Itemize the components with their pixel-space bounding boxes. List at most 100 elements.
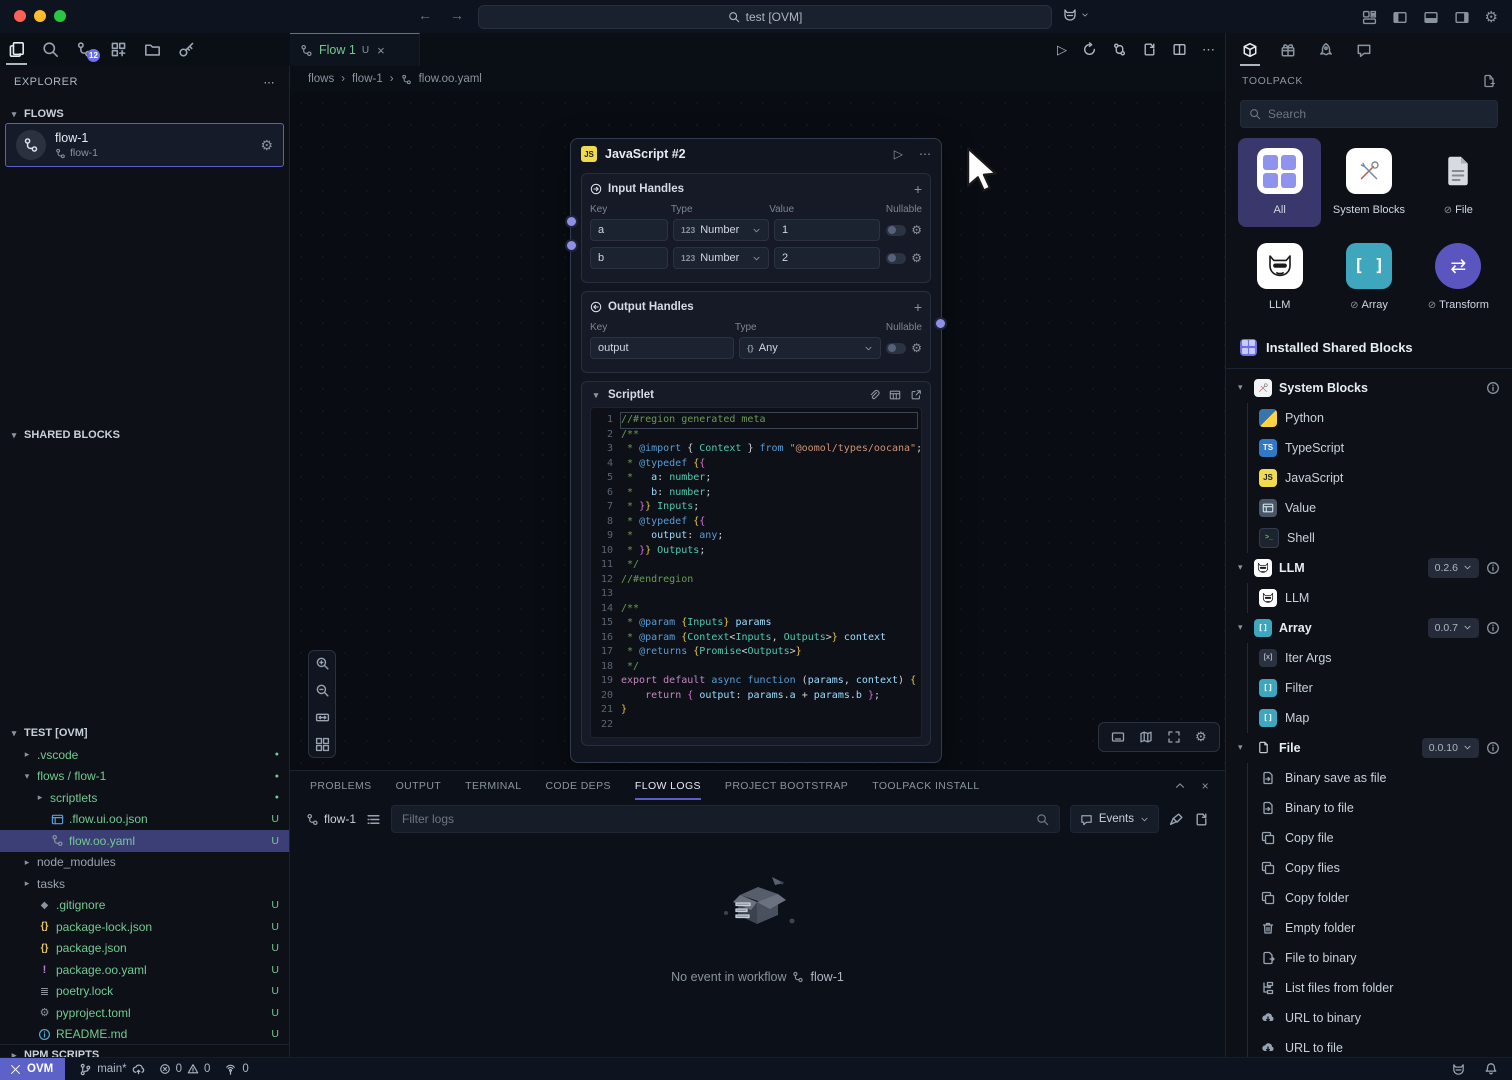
block-item-value[interactable]: Value xyxy=(1248,493,1512,523)
panel-collapse-icon[interactable] xyxy=(1174,780,1186,792)
block-group-llm[interactable]: ▾LLM0.2.6 xyxy=(1226,553,1512,583)
panel-close-icon[interactable]: × xyxy=(1202,779,1209,793)
table-icon[interactable] xyxy=(889,389,901,401)
clear-logs-icon[interactable] xyxy=(1169,812,1184,827)
activity-search-icon[interactable] xyxy=(42,41,59,58)
block-item-iter-args[interactable]: [x]Iter Args xyxy=(1248,643,1512,673)
problems-status[interactable]: 0 0 xyxy=(159,1063,211,1075)
minimap-icon[interactable] xyxy=(1139,730,1153,744)
breadcrumb-flows[interactable]: flows xyxy=(308,73,334,85)
panel-tab-output[interactable]: OUTPUT xyxy=(396,780,442,792)
panel-tab-problems[interactable]: PROBLEMS xyxy=(310,780,372,792)
shared-blocks-section-header[interactable]: ▾ SHARED BLOCKS xyxy=(0,425,289,445)
command-center-search[interactable]: test [OVM] xyxy=(478,5,1052,29)
handle-value-input[interactable]: 1 xyxy=(774,219,880,241)
events-dropdown[interactable]: Events xyxy=(1070,805,1159,833)
flows-section-header[interactable]: ▾ FLOWS xyxy=(0,104,289,124)
tree-item-package-oo-yaml[interactable]: !package.oo.yamlU xyxy=(0,959,289,981)
block-item-filter[interactable]: []Filter xyxy=(1248,673,1512,703)
version-select[interactable]: 0.0.10 xyxy=(1422,738,1479,758)
mascot-status-icon[interactable] xyxy=(1451,1062,1466,1077)
tree-item-readme-md[interactable]: README.mdU xyxy=(0,1024,289,1046)
add-input-handle-icon[interactable]: + xyxy=(914,181,922,197)
info-icon[interactable] xyxy=(1486,381,1500,395)
zoom-out-icon[interactable] xyxy=(315,683,330,698)
toggle-sidebar-right-icon[interactable] xyxy=(1454,10,1470,25)
auto-layout-icon[interactable] xyxy=(315,737,330,752)
toolpack-card-system-blocks[interactable]: System Blocks xyxy=(1327,138,1410,227)
tree-item-vscode[interactable]: ▸.vscode● xyxy=(0,744,289,766)
handle-settings-gear-icon[interactable]: ⚙ xyxy=(911,223,922,237)
tree-item-gitignore[interactable]: ◆.gitignoreU xyxy=(0,895,289,917)
block-group-file[interactable]: ▾File0.0.10 xyxy=(1226,733,1512,763)
tree-item-flow-oo-yaml[interactable]: flow.oo.yamlU xyxy=(0,830,289,852)
handle-settings-gear-icon[interactable]: ⚙ xyxy=(911,341,922,355)
block-item-shell[interactable]: >_Shell xyxy=(1248,523,1512,553)
project-section-header[interactable]: ▾ TEST [OVM] xyxy=(0,723,289,743)
maximize-window-button[interactable] xyxy=(54,10,66,22)
filter-logs-input[interactable]: Filter logs xyxy=(391,805,1060,833)
remote-indicator[interactable]: OVM xyxy=(0,1058,65,1080)
block-item-file-to-binary[interactable]: File to binary xyxy=(1248,943,1512,973)
ports-status[interactable]: 0 xyxy=(224,1063,248,1076)
info-icon[interactable] xyxy=(1486,741,1500,755)
split-editor-icon[interactable] xyxy=(1172,42,1187,57)
settings-gear-icon[interactable]: ⚙ xyxy=(1485,8,1498,26)
store-tab-icon[interactable] xyxy=(1280,42,1296,58)
panel-tab-terminal[interactable]: TERMINAL xyxy=(465,780,521,792)
block-item-copy-folder[interactable]: Copy folder xyxy=(1248,883,1512,913)
add-output-handle-icon[interactable]: + xyxy=(914,299,922,315)
tree-item-pyproject-toml[interactable]: ⚙pyproject.tomlU xyxy=(0,1002,289,1024)
export-flow-icon[interactable] xyxy=(1142,42,1157,57)
block-item-javascript[interactable]: JSJavaScript xyxy=(1248,463,1512,493)
run-flow-icon[interactable]: ▷ xyxy=(1057,42,1067,58)
feedback-tab-icon[interactable] xyxy=(1356,42,1372,58)
handle-type-select[interactable]: {}Any xyxy=(739,337,881,359)
nullable-toggle[interactable] xyxy=(886,253,906,264)
git-branch-status[interactable]: main* xyxy=(79,1063,144,1076)
toggle-sidebar-left-icon[interactable] xyxy=(1392,10,1408,25)
input-port-a[interactable] xyxy=(565,215,578,228)
editor-tab-flow-1[interactable]: Flow 1 U × xyxy=(290,33,420,66)
block-item-empty-folder[interactable]: Empty folder xyxy=(1248,913,1512,943)
minimize-window-button[interactable] xyxy=(34,10,46,22)
activity-folder-icon[interactable] xyxy=(144,41,161,58)
handle-value-input[interactable]: 2 xyxy=(774,247,880,269)
flow-settings-gear-icon[interactable]: ⚙ xyxy=(260,137,273,154)
version-select[interactable]: 0.2.6 xyxy=(1428,558,1479,578)
block-item-typescript[interactable]: TSTypeScript xyxy=(1248,433,1512,463)
new-toolpack-icon[interactable] xyxy=(1482,74,1496,88)
mascot-icon[interactable] xyxy=(1062,7,1078,23)
activity-flows-icon[interactable]: 12 xyxy=(76,41,93,58)
toolpack-search-input[interactable]: Search xyxy=(1240,100,1498,128)
close-window-button[interactable] xyxy=(14,10,26,22)
info-icon[interactable] xyxy=(1486,561,1500,575)
block-item-map[interactable]: []Map xyxy=(1248,703,1512,733)
panel-tab-project-bootstrap[interactable]: PROJECT BOOTSTRAP xyxy=(725,780,848,792)
handle-key-input[interactable]: b xyxy=(590,247,668,269)
block-group-array[interactable]: ▾[]Array0.0.7 xyxy=(1226,613,1512,643)
info-icon[interactable] xyxy=(1486,621,1500,635)
publish-tab-icon[interactable] xyxy=(1318,42,1334,58)
handle-key-input[interactable]: output xyxy=(590,337,734,359)
tree-item-flows-flow-1[interactable]: ▾flows / flow-1● xyxy=(0,766,289,788)
log-list-icon[interactable] xyxy=(366,812,381,827)
breadcrumb-file[interactable]: flow.oo.yaml xyxy=(419,73,482,85)
tree-item-tasks[interactable]: ▸tasks xyxy=(0,873,289,895)
panel-tab-toolpack-install[interactable]: TOOLPACK INSTALL xyxy=(872,780,979,792)
version-select[interactable]: 0.0.7 xyxy=(1428,618,1479,638)
handle-settings-gear-icon[interactable]: ⚙ xyxy=(911,251,922,265)
panel-tab-flow-logs[interactable]: FLOW LOGS xyxy=(635,780,701,792)
block-item-list-files-from-folder[interactable]: List files from folder xyxy=(1248,973,1512,1003)
breadcrumb-flow-1[interactable]: flow-1 xyxy=(352,73,383,85)
tab-close-icon[interactable]: × xyxy=(377,43,385,58)
editor-more-icon[interactable]: ⋯ xyxy=(1202,42,1215,58)
block-item-binary-to-file[interactable]: Binary to file xyxy=(1248,793,1512,823)
activity-blocks-icon[interactable] xyxy=(110,41,127,58)
sync-flow-icon[interactable] xyxy=(1112,42,1127,57)
toolpack-card-transform[interactable]: ⇄⊘Transform xyxy=(1417,233,1500,322)
node-javascript-2[interactable]: JS JavaScript #2 ▷ ⋯ Input Handles + Key… xyxy=(570,138,942,763)
block-item-binary-save-as-file[interactable]: Binary save as file xyxy=(1248,763,1512,793)
toolpack-tab-icon[interactable] xyxy=(1242,42,1258,58)
toolpack-card-llm[interactable]: LLM xyxy=(1238,233,1321,322)
